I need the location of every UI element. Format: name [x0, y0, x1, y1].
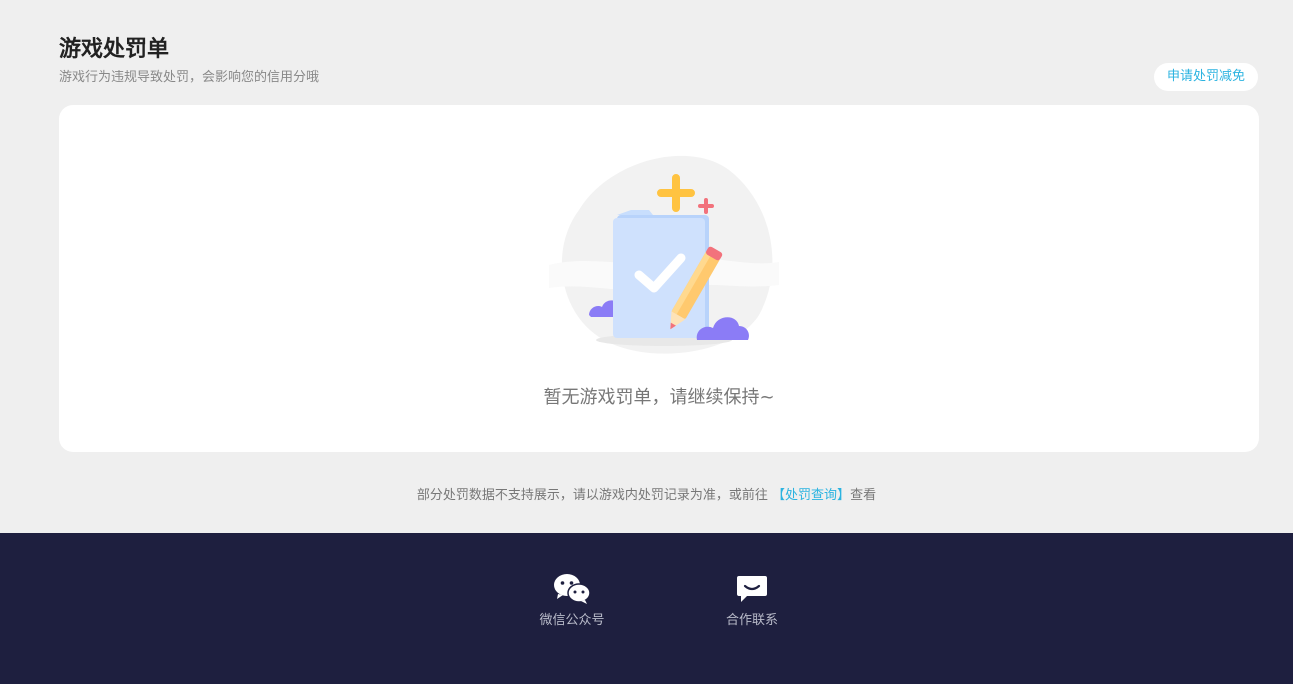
page-title: 游戏处罚单: [59, 37, 170, 62]
footer: 微信公众号 合作联系: [0, 533, 1293, 684]
penalty-list-card: 暂无游戏罚单，请继续保持~: [59, 105, 1259, 452]
footer-item-label: 合作联系: [725, 613, 778, 628]
page-subtitle: 游戏行为违规导致处罚，会影响您的信用分哦: [59, 70, 320, 85]
footer-item-wechat[interactable]: 微信公众号: [512, 573, 632, 628]
message-icon: [737, 576, 767, 602]
empty-state-illustration: [549, 155, 779, 354]
penalty-query-link[interactable]: 【处罚查询】: [772, 488, 850, 503]
empty-state-message: 暂无游戏罚单，请继续保持~: [543, 387, 775, 408]
apply-penalty-reduction-button[interactable]: 申请处罚减免: [1153, 63, 1258, 91]
page-header: 游戏处罚单 游戏行为违规导致处罚，会影响您的信用分哦: [59, 36, 319, 87]
footer-item-label: 微信公众号: [539, 613, 605, 628]
notice-suffix: 查看: [850, 488, 877, 503]
notice-text: 部分处罚数据不支持展示，请以游戏内处罚记录为准，或前往: [416, 488, 773, 503]
footer-item-contact[interactable]: 合作联系: [692, 573, 812, 628]
data-notice: 部分处罚数据不支持展示，请以游戏内处罚记录为准，或前往 【处罚查询】查看: [0, 484, 1293, 503]
wechat-icon: [554, 574, 591, 604]
